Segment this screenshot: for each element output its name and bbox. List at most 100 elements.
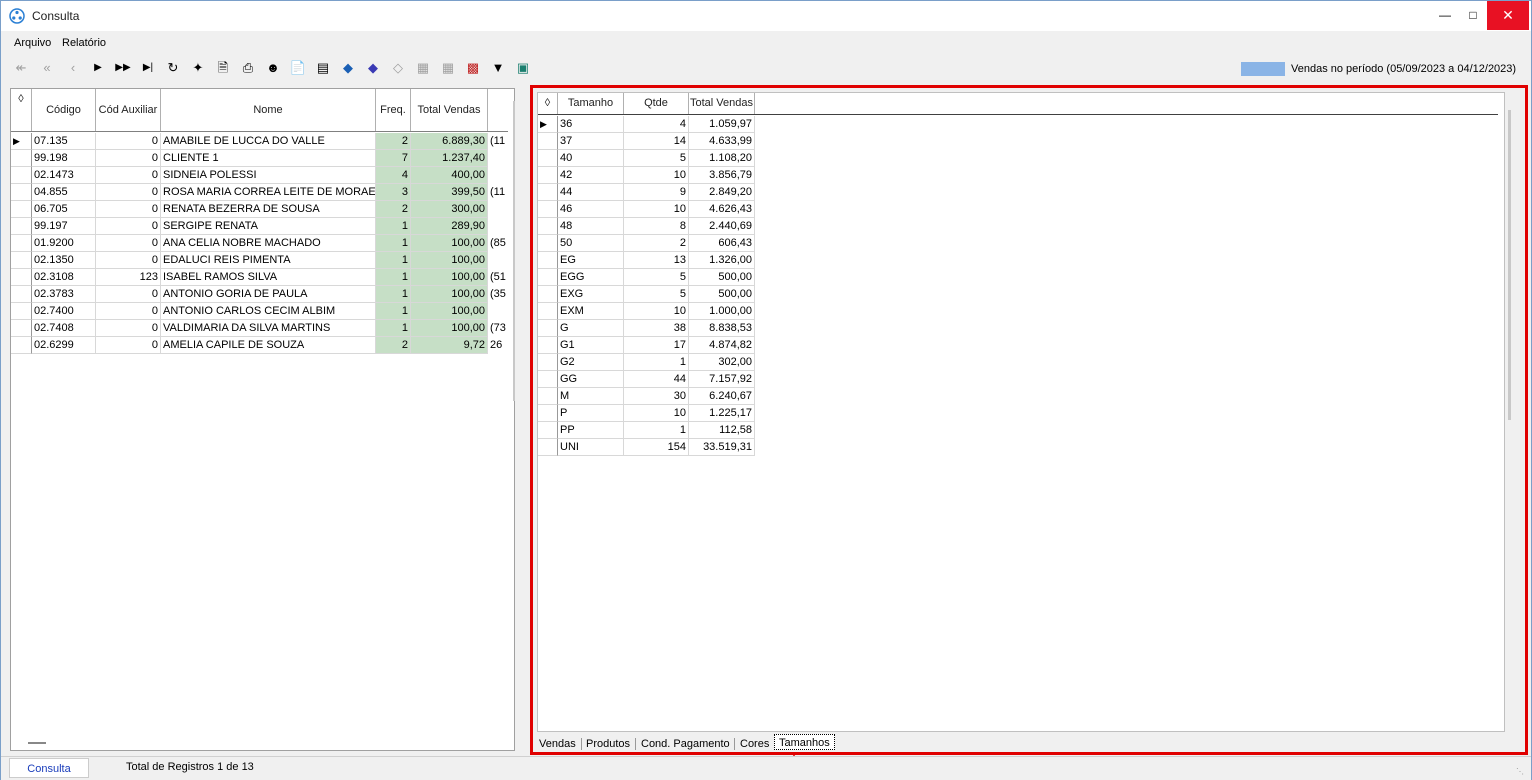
row-indicator[interactable] bbox=[538, 184, 558, 201]
row-indicator[interactable] bbox=[538, 252, 558, 269]
cell-tamanho[interactable]: 48 bbox=[558, 218, 624, 235]
cell-extra[interactable]: (11 bbox=[488, 184, 508, 201]
cell-nome[interactable]: ROSA MARIA CORREA LEITE DE MORAES bbox=[161, 184, 376, 201]
cell-total-vendas[interactable]: 4.633,99 bbox=[689, 133, 755, 150]
tag-icon[interactable]: ◆ bbox=[338, 58, 358, 78]
menu-relatorio[interactable]: Relatório bbox=[62, 37, 106, 49]
label-icon[interactable]: ◆ bbox=[363, 58, 383, 78]
cell-total-vendas[interactable]: 3.856,79 bbox=[689, 167, 755, 184]
table-row[interactable]: 44 9 2.849,20 bbox=[538, 184, 755, 201]
cell-cod-auxiliar[interactable]: 123 bbox=[96, 269, 161, 286]
cell-cod-auxiliar[interactable]: 0 bbox=[96, 150, 161, 167]
cell-extra[interactable]: 26 bbox=[488, 337, 508, 354]
vertical-scrollbar[interactable] bbox=[513, 101, 515, 401]
cell-nome[interactable]: ANA CELIA NOBRE MACHADO bbox=[161, 235, 376, 252]
cell-total-vendas[interactable]: 112,58 bbox=[689, 422, 755, 439]
cell-nome[interactable]: AMELIA CAPILE DE SOUZA bbox=[161, 337, 376, 354]
table-row[interactable]: EG 13 1.326,00 bbox=[538, 252, 755, 269]
row-indicator[interactable] bbox=[11, 337, 32, 354]
cell-qtde[interactable]: 13 bbox=[624, 252, 689, 269]
cell-freq[interactable]: 1 bbox=[376, 320, 411, 337]
cell-freq[interactable]: 1 bbox=[376, 269, 411, 286]
cell-qtde[interactable]: 44 bbox=[624, 371, 689, 388]
cell-total-vendas[interactable]: 1.108,20 bbox=[689, 150, 755, 167]
row-indicator[interactable] bbox=[538, 167, 558, 184]
tab-cores[interactable]: Cores bbox=[740, 736, 769, 752]
header-codigo[interactable]: Código bbox=[32, 89, 96, 131]
cell-tamanho[interactable]: 37 bbox=[558, 133, 624, 150]
cell-total-vendas[interactable]: 500,00 bbox=[689, 286, 755, 303]
cell-nome[interactable]: EDALUCI REIS PIMENTA bbox=[161, 252, 376, 269]
cell-qtde[interactable]: 4 bbox=[624, 116, 689, 133]
cell-extra[interactable] bbox=[488, 218, 508, 235]
cell-freq[interactable]: 2 bbox=[376, 133, 411, 150]
row-indicator[interactable] bbox=[11, 167, 32, 184]
menu-arquivo[interactable]: Arquivo bbox=[14, 37, 51, 49]
table-row[interactable]: 40 5 1.108,20 bbox=[538, 150, 755, 167]
row-indicator[interactable] bbox=[538, 405, 558, 422]
cell-qtde[interactable]: 5 bbox=[624, 269, 689, 286]
cell-total-vendas[interactable]: 6.240,67 bbox=[689, 388, 755, 405]
cell-total-vendas[interactable]: 100,00 bbox=[411, 269, 488, 286]
user-icon[interactable]: ☻ bbox=[263, 58, 283, 78]
cell-total-vendas[interactable]: 302,00 bbox=[689, 354, 755, 371]
cell-qtde[interactable]: 5 bbox=[624, 150, 689, 167]
cell-codigo[interactable]: 07.135 bbox=[32, 133, 96, 150]
cell-tamanho[interactable]: G bbox=[558, 320, 624, 337]
cell-codigo[interactable]: 02.1473 bbox=[32, 167, 96, 184]
cell-codigo[interactable]: 02.1350 bbox=[32, 252, 96, 269]
cell-cod-auxiliar[interactable]: 0 bbox=[96, 235, 161, 252]
status-tab-consulta[interactable]: Consulta bbox=[9, 758, 89, 778]
cell-codigo[interactable]: 01.9200 bbox=[32, 235, 96, 252]
cell-codigo[interactable]: 02.3108 bbox=[32, 269, 96, 286]
cell-tamanho[interactable]: P bbox=[558, 405, 624, 422]
cell-total-vendas[interactable]: 4.874,82 bbox=[689, 337, 755, 354]
cell-qtde[interactable]: 10 bbox=[624, 201, 689, 218]
table-row[interactable]: 37 14 4.633,99 bbox=[538, 133, 755, 150]
wand-icon[interactable]: ✦ bbox=[188, 58, 208, 78]
table-row[interactable]: PP 1 112,58 bbox=[538, 422, 755, 439]
cell-qtde[interactable]: 10 bbox=[624, 167, 689, 184]
row-indicator[interactable] bbox=[11, 286, 32, 303]
cell-nome[interactable]: ISABEL RAMOS SILVA bbox=[161, 269, 376, 286]
cell-cod-auxiliar[interactable]: 0 bbox=[96, 252, 161, 269]
cell-tamanho[interactable]: EXG bbox=[558, 286, 624, 303]
row-indicator[interactable] bbox=[11, 184, 32, 201]
cell-cod-auxiliar[interactable]: 0 bbox=[96, 201, 161, 218]
resize-grip-icon[interactable]: ⋱ bbox=[1516, 767, 1526, 777]
table-row[interactable]: 99.197 0 SERGIPE RENATA 1 289,90 bbox=[11, 218, 508, 235]
last-record-icon[interactable]: ▶| bbox=[138, 58, 158, 78]
cell-total-vendas[interactable]: 1.000,00 bbox=[689, 303, 755, 320]
cell-total-vendas[interactable]: 400,00 bbox=[411, 167, 488, 184]
cell-total-vendas[interactable]: 100,00 bbox=[411, 252, 488, 269]
table-row[interactable]: G 38 8.838,53 bbox=[538, 320, 755, 337]
cell-tamanho[interactable]: 40 bbox=[558, 150, 624, 167]
row-indicator[interactable] bbox=[11, 252, 32, 269]
header-nome[interactable]: Nome bbox=[161, 89, 376, 131]
table-row[interactable]: G2 1 302,00 bbox=[538, 354, 755, 371]
row-indicator[interactable] bbox=[11, 201, 32, 218]
cell-total-vendas[interactable]: 100,00 bbox=[411, 303, 488, 320]
table-row[interactable]: ▶ 36 4 1.059,97 bbox=[538, 116, 755, 133]
cell-qtde[interactable]: 8 bbox=[624, 218, 689, 235]
table-row[interactable]: 50 2 606,43 bbox=[538, 235, 755, 252]
table-row[interactable]: M 30 6.240,67 bbox=[538, 388, 755, 405]
cell-tamanho[interactable]: G1 bbox=[558, 337, 624, 354]
row-indicator[interactable] bbox=[11, 150, 32, 167]
cell-total-vendas[interactable]: 399,50 bbox=[411, 184, 488, 201]
row-indicator[interactable] bbox=[538, 201, 558, 218]
cell-total-vendas[interactable]: 289,90 bbox=[411, 218, 488, 235]
report-icon[interactable]: ▦ bbox=[413, 58, 433, 78]
row-indicator[interactable] bbox=[538, 439, 558, 456]
cell-cod-auxiliar[interactable]: 0 bbox=[96, 184, 161, 201]
tab-tamanhos[interactable]: Tamanhos bbox=[774, 734, 835, 750]
row-indicator[interactable] bbox=[538, 320, 558, 337]
print-icon[interactable]: ⎙ bbox=[238, 58, 258, 78]
cell-qtde[interactable]: 14 bbox=[624, 133, 689, 150]
report2-icon[interactable]: ▦ bbox=[438, 58, 458, 78]
cell-total-vendas[interactable]: 100,00 bbox=[411, 235, 488, 252]
cell-total-vendas[interactable]: 100,00 bbox=[411, 320, 488, 337]
cell-nome[interactable]: SERGIPE RENATA bbox=[161, 218, 376, 235]
tag-gray-icon[interactable]: ◇ bbox=[388, 58, 408, 78]
cell-tamanho[interactable]: GG bbox=[558, 371, 624, 388]
